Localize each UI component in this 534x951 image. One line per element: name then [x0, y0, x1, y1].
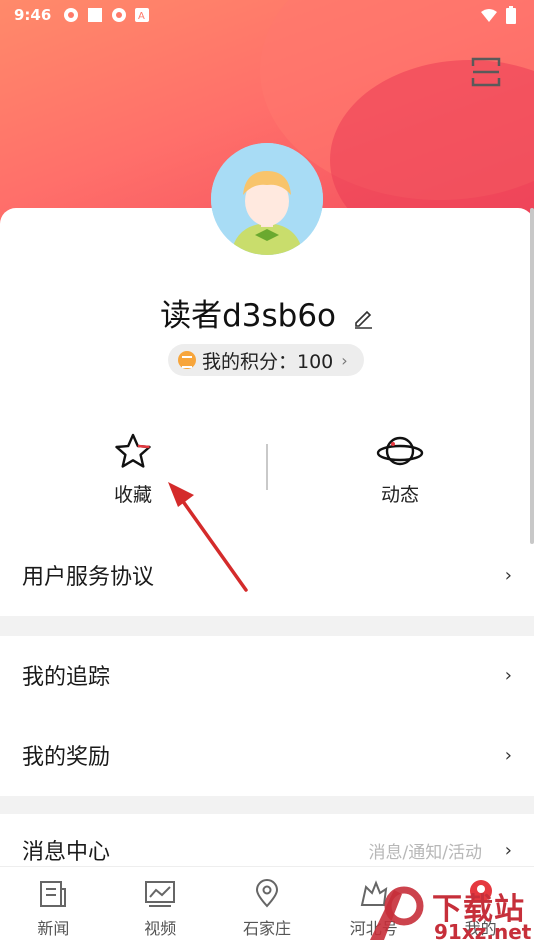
message-hint: 消息/通知/活动: [368, 842, 482, 863]
activity-label: 动态: [380, 484, 419, 506]
chevron-right-icon: ›: [341, 350, 348, 370]
menu-label: 消息中心: [22, 840, 111, 865]
tab-label: 石家庄: [242, 919, 291, 938]
tab-label: 视频: [144, 919, 177, 938]
section-divider: [0, 796, 534, 814]
section-divider: [0, 616, 534, 636]
battery-icon: [506, 6, 516, 24]
menu-label: 我的追踪: [22, 665, 111, 690]
a-notification-icon: A: [135, 8, 150, 22]
app-notification-icon-2: [112, 8, 127, 22]
newspaper-icon: [40, 881, 67, 907]
avatar-illustration: [211, 143, 323, 255]
menu-label: 用户服务协议: [22, 565, 155, 590]
star-icon: [115, 433, 151, 468]
scan-icon[interactable]: [470, 56, 502, 88]
menu-my-rewards[interactable]: 我的奖励 ›: [0, 716, 534, 794]
video-icon: [145, 881, 176, 907]
status-notification-icons: A: [63, 7, 150, 23]
watermark-logo: [370, 886, 424, 940]
watermark: 下载站 91xz.net: [360, 880, 534, 950]
status-system-icons: [480, 6, 516, 24]
favorites-label: 收藏: [113, 484, 152, 506]
tab-shijiazhuang[interactable]: 石家庄: [214, 867, 321, 951]
app-notification-icon: [64, 8, 79, 22]
username: 读者d3sb6o: [160, 298, 337, 334]
menu-user-agreement[interactable]: 用户服务协议 ›: [0, 536, 534, 614]
activity-button[interactable]: 动态: [325, 432, 475, 507]
svg-text:A: A: [138, 11, 145, 22]
wifi-icon: [481, 9, 497, 22]
status-bar: 9:46 A: [0, 0, 534, 30]
avatar[interactable]: [211, 143, 323, 255]
tab-video[interactable]: 视频: [107, 867, 214, 951]
scrollbar[interactable]: [530, 208, 534, 544]
status-time: 9:46: [14, 6, 52, 24]
favorites-button[interactable]: 收藏: [58, 432, 208, 507]
menu-label: 我的奖励: [22, 745, 111, 770]
chevron-right-icon: ›: [504, 564, 512, 586]
watermark-url: 91xz.net: [434, 920, 532, 944]
chevron-right-icon: ›: [504, 664, 512, 686]
square-notification-icon: [88, 8, 103, 22]
planet-icon: [376, 436, 424, 466]
edit-icon[interactable]: [352, 307, 374, 329]
menu-my-tracking[interactable]: 我的追踪 ›: [0, 636, 534, 714]
tab-news[interactable]: 新闻: [0, 867, 107, 951]
chevron-right-icon: ›: [504, 839, 512, 861]
coin-icon: [178, 351, 196, 369]
chevron-right-icon: ›: [504, 744, 512, 766]
points-label: 我的积分：100: [202, 350, 334, 373]
quick-actions-divider: [266, 444, 268, 490]
tab-label: 新闻: [37, 919, 70, 938]
username-row: 读者d3sb6o: [0, 290, 534, 335]
points-badge[interactable]: 我的积分：100 ›: [168, 344, 364, 376]
location-icon: [255, 879, 278, 908]
